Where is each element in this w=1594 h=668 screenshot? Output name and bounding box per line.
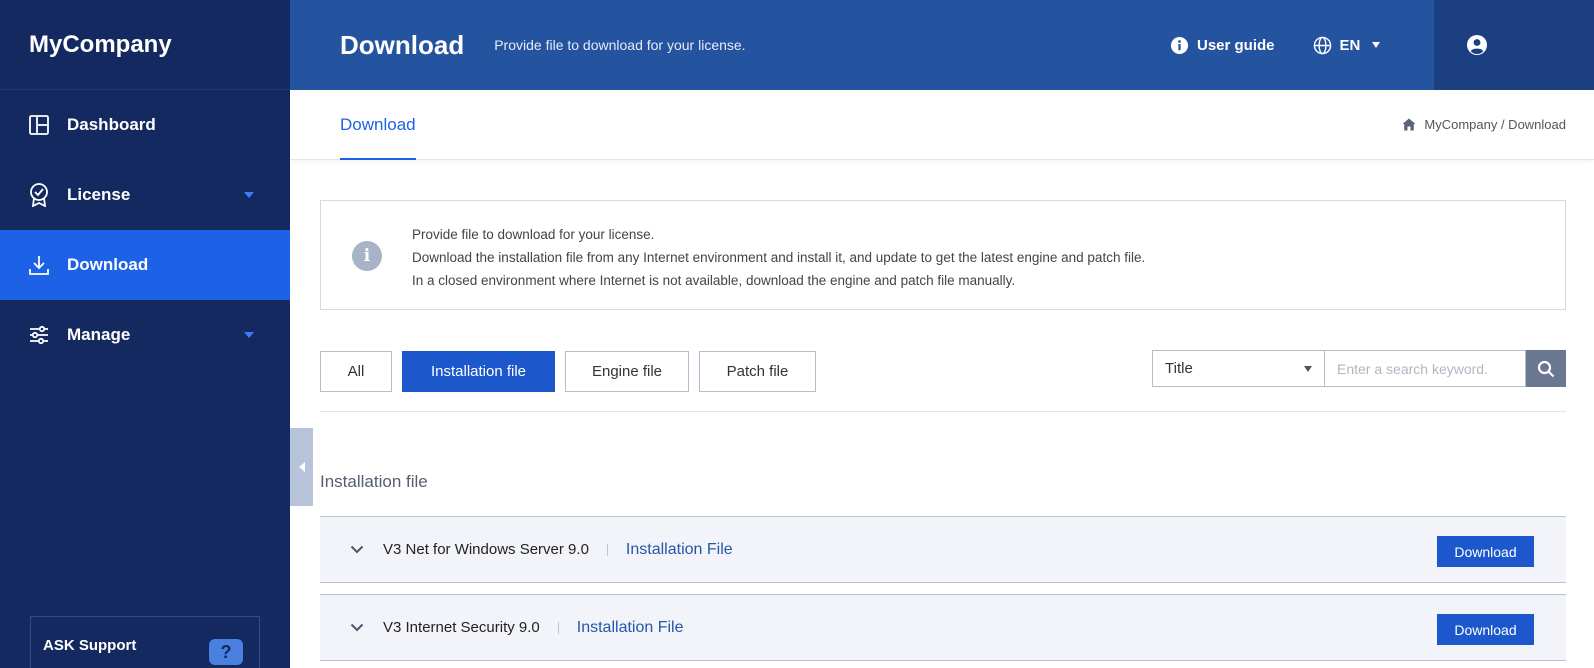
file-type: Installation File [625, 540, 733, 558]
search-icon [1537, 360, 1555, 378]
filter-all-button[interactable]: All [320, 351, 392, 392]
user-avatar-icon [1466, 34, 1488, 56]
chevron-down-icon[interactable] [350, 623, 366, 632]
language-selector[interactable]: EN [1313, 36, 1381, 55]
file-row: V3 Internet Security 9.0 Installation Fi… [320, 594, 1566, 661]
caret-left-icon [298, 462, 305, 472]
filter-installation-button[interactable]: Installation file [402, 351, 555, 392]
breadcrumb: MyCompany / Download [1402, 117, 1566, 132]
download-button[interactable]: Download [1437, 536, 1534, 567]
dashboard-icon [28, 114, 50, 136]
sidebar: MyCompany Dashboard License Download Man… [0, 0, 290, 668]
license-badge-icon [28, 183, 50, 207]
language-label: EN [1339, 36, 1361, 54]
search-input[interactable] [1325, 350, 1526, 387]
chevron-down-icon[interactable] [350, 545, 366, 554]
search-field-value: Title [1165, 360, 1193, 377]
sliders-icon [28, 324, 50, 346]
section-title: Installation file [320, 472, 428, 491]
info-panel: i Provide file to download for your lice… [320, 200, 1566, 310]
home-icon[interactable] [1402, 118, 1416, 131]
info-circle-icon [1170, 36, 1189, 55]
filter-patch-button[interactable]: Patch file [699, 351, 816, 392]
caret-down-icon [1304, 366, 1312, 372]
separator [557, 621, 559, 634]
user-menu[interactable] [1434, 0, 1594, 90]
search-field-select[interactable]: Title [1152, 350, 1325, 387]
file-name: V3 Internet Security 9.0 [383, 619, 540, 636]
info-line: In a closed environment where Internet i… [412, 273, 1016, 288]
page-subtitle: Provide file to download for your licens… [494, 37, 746, 53]
page-title: Download [340, 29, 465, 60]
user-guide-link[interactable]: User guide [1170, 36, 1275, 55]
file-name: V3 Net for Windows Server 9.0 [383, 541, 589, 558]
user-guide-label: User guide [1197, 36, 1275, 54]
help-chat-icon: ? [209, 639, 243, 665]
caret-down-icon [1372, 42, 1381, 48]
search-button[interactable] [1526, 350, 1566, 387]
sidebar-item-label: Manage [67, 325, 131, 344]
chevron-down-icon [244, 332, 254, 338]
ask-support-button[interactable]: ASK Support ? [30, 616, 260, 668]
header-actions: User guide EN [1170, 0, 1381, 90]
download-button[interactable]: Download [1437, 614, 1534, 645]
info-line: Provide file to download for your licens… [412, 227, 655, 242]
sidebar-collapse-handle[interactable] [290, 428, 313, 506]
info-text: Provide file to download for your licens… [412, 223, 1145, 292]
filter-engine-button[interactable]: Engine file [565, 351, 689, 392]
sidebar-item-manage[interactable]: Manage [0, 300, 290, 370]
file-row: V3 Net for Windows Server 9.0 Installati… [320, 516, 1566, 583]
app-logo[interactable]: MyCompany [0, 0, 290, 90]
download-icon [28, 254, 50, 276]
top-header: Download Provide file to download for yo… [290, 0, 1594, 90]
globe-icon [1313, 36, 1332, 55]
chevron-down-icon [244, 192, 254, 198]
sub-navigation: Download MyCompany / Download [290, 90, 1594, 160]
separator [606, 543, 608, 556]
breadcrumb-path: MyCompany / Download [1424, 117, 1566, 132]
sidebar-item-label: License [67, 185, 131, 204]
info-line: Download the installation file from any … [412, 250, 1146, 265]
file-type: Installation File [576, 618, 684, 636]
file-type-filters: All Installation file Engine file Patch … [320, 351, 826, 392]
sidebar-item-label: Dashboard [67, 115, 156, 134]
tab-download[interactable]: Download [340, 90, 416, 160]
sidebar-item-label: Download [67, 255, 149, 274]
sidebar-item-download[interactable]: Download [0, 230, 290, 300]
divider [320, 411, 1566, 412]
sidebar-item-license[interactable]: License [0, 160, 290, 230]
ask-support-label: ASK Support [43, 637, 137, 654]
search-bar: Title [1152, 350, 1566, 387]
info-icon: i [352, 241, 382, 271]
sidebar-item-dashboard[interactable]: Dashboard [0, 90, 290, 160]
